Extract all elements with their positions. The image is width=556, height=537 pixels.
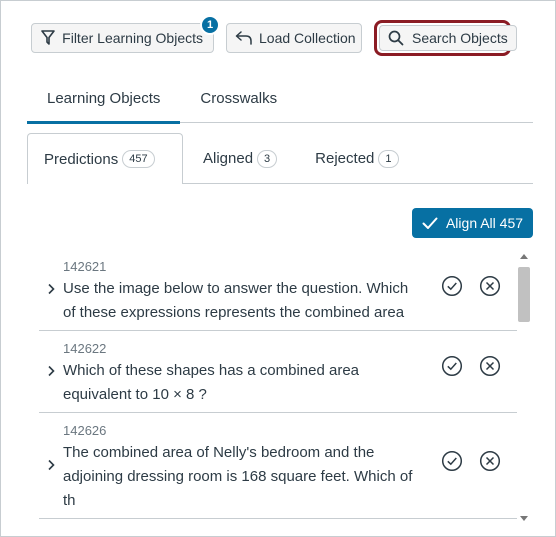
check-icon [422,217,438,230]
predictions-count: 457 [122,150,155,168]
item-text-line: th [63,492,76,509]
item-id: 142626 [63,423,107,438]
rejected-count: 1 [378,149,399,168]
tab-rejected[interactable]: Rejected 1 [293,133,414,184]
load-collection-label: Load Collection [259,30,356,46]
learning-objects-list: 142621 Use the image below to answer the… [39,251,517,521]
chevron-right-icon[interactable] [45,365,57,377]
x-circle-icon[interactable] [479,275,501,297]
item-text-line: Which of these shapes has a combined are… [63,362,360,379]
search-icon [386,29,406,47]
toolbar: Filter Learning Objects 1 Load Collectio… [31,15,523,56]
x-circle-icon[interactable] [479,355,501,377]
status-tabs: Predictions 457 Aligned 3 Rejected 1 [27,133,533,184]
scroll-down-arrow-icon[interactable] [520,516,528,521]
item-text-line: equivalent to 10 × 8 ? [63,386,207,403]
list-scrollbar[interactable] [517,251,531,523]
check-circle-icon[interactable] [441,450,463,472]
filter-learning-objects-button[interactable]: Filter Learning Objects 1 [31,15,220,53]
item-text: The combined area of Nelly's bedroom and… [63,441,433,513]
search-objects-inner: Search Objects [379,25,517,51]
item-id: 142622 [63,341,107,356]
item-id: 142621 [63,259,107,274]
tab-crosswalks[interactable]: Crosswalks [180,81,297,122]
list-item: 142622 Which of these shapes has a combi… [39,331,517,413]
filter-count-badge: 1 [200,15,220,35]
tab-predictions-label: Predictions [44,150,119,168]
list-item: 142626 The combined area of Nelly's bedr… [39,413,517,519]
main-tabs: Learning Objects Crosswalks [27,81,533,124]
tab-divider [182,183,533,184]
item-text-line: The combined area of Nelly's bedroom and… [63,444,375,461]
undo-arrow-icon [235,29,253,47]
item-text-line: Use the image below to answer the questi… [63,280,409,297]
chevron-right-icon[interactable] [45,459,57,471]
chevron-right-icon[interactable] [45,283,57,295]
filter-icon [40,29,56,47]
align-all-label: Align All 457 [445,215,524,231]
search-objects-label: Search Objects [412,30,508,46]
tab-predictions[interactable]: Predictions 457 [27,133,183,184]
scrollbar-thumb[interactable] [518,267,530,322]
list-item: 142621 Use the image below to answer the… [39,251,517,331]
search-objects-button[interactable]: Search Objects [374,20,517,56]
load-collection-button[interactable]: Load Collection [226,23,362,53]
check-circle-icon[interactable] [441,275,463,297]
check-circle-icon[interactable] [441,355,463,377]
align-all-button[interactable]: Align All 457 [412,208,533,238]
tab-learning-objects[interactable]: Learning Objects [27,81,181,124]
item-text-line: adjoining dressing room is 168 square fe… [63,468,413,485]
x-circle-icon[interactable] [479,450,501,472]
app-frame: Filter Learning Objects 1 Load Collectio… [0,0,556,537]
tab-aligned[interactable]: Aligned 3 [183,133,293,184]
tab-aligned-label: Aligned [203,150,254,167]
item-text-line: of these expressions represents the comb… [63,304,405,321]
scroll-up-arrow-icon[interactable] [520,254,528,259]
item-text: Use the image below to answer the questi… [63,277,433,325]
tab-rejected-label: Rejected [315,150,375,167]
filter-label: Filter Learning Objects [62,30,203,46]
aligned-count: 3 [257,149,278,168]
item-text: Which of these shapes has a combined are… [63,359,433,407]
